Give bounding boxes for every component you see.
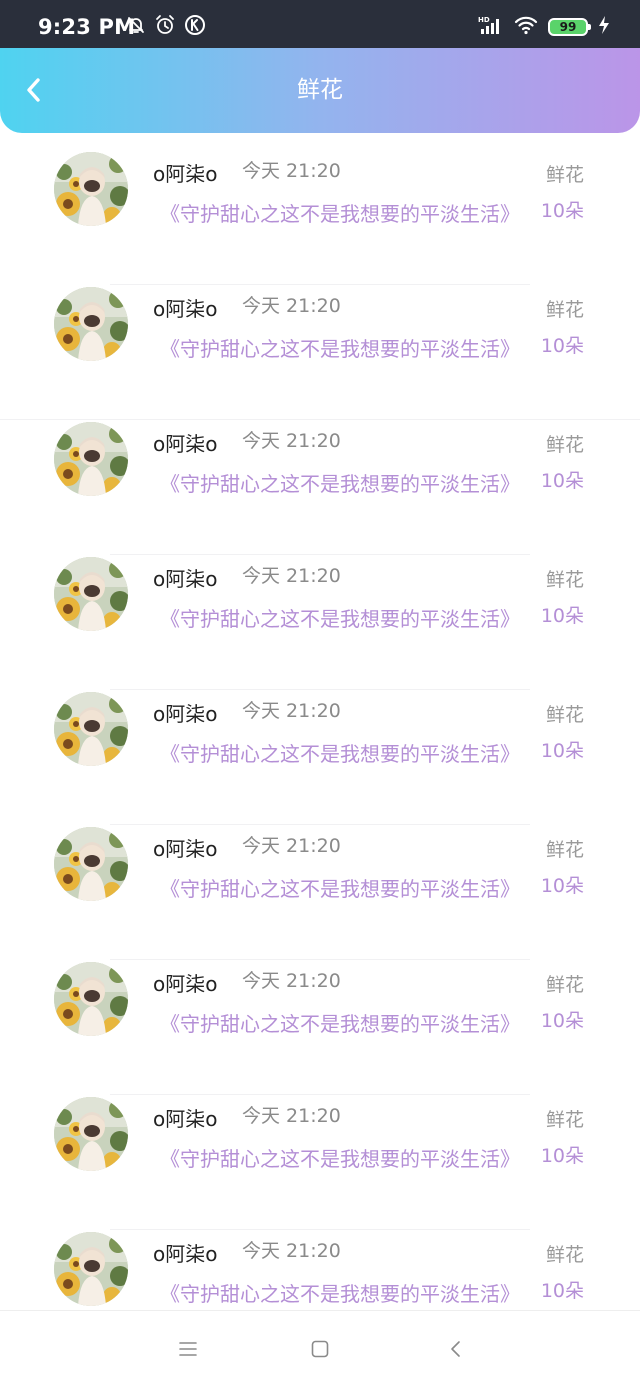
alarm-icon bbox=[154, 14, 176, 40]
user-name[interactable]: o阿柒o bbox=[153, 698, 217, 727]
k-app-icon bbox=[184, 14, 206, 40]
gift-record-row[interactable]: o阿柒o 今天 21:20 《守护甜心之这不是我想要的平淡生活》 鲜花 10朵 bbox=[0, 1095, 640, 1230]
status-time: 9:23 PM bbox=[38, 15, 136, 39]
chevron-left-icon bbox=[27, 78, 40, 102]
timestamp: 今天 21:20 bbox=[242, 700, 341, 722]
book-title[interactable]: 《守护甜心之这不是我想要的平淡生活》 bbox=[160, 738, 532, 767]
gift-count: 10朵 bbox=[540, 200, 584, 222]
user-name[interactable]: o阿柒o bbox=[153, 1103, 217, 1132]
gift-count: 10朵 bbox=[540, 605, 584, 627]
gift-record-row[interactable]: o阿柒o 今天 21:20 《守护甜心之这不是我想要的平淡生活》 鲜花 10朵 bbox=[0, 690, 640, 825]
avatar[interactable] bbox=[54, 422, 128, 496]
avatar-image bbox=[54, 692, 128, 766]
avatar[interactable] bbox=[54, 1232, 128, 1306]
avatar-image bbox=[54, 557, 128, 631]
gift-type: 鲜花 bbox=[545, 1109, 584, 1131]
battery-level: 99 bbox=[559, 20, 577, 34]
avatar-image bbox=[54, 827, 128, 901]
avatar-image bbox=[54, 422, 128, 496]
book-title[interactable]: 《守护甜心之这不是我想要的平淡生活》 bbox=[160, 873, 532, 902]
gift-count: 10朵 bbox=[540, 740, 584, 762]
book-title[interactable]: 《守护甜心之这不是我想要的平淡生活》 bbox=[160, 468, 532, 497]
timestamp: 今天 21:20 bbox=[242, 160, 341, 182]
status-bar: 9:23 PM HD 99 bbox=[0, 0, 640, 48]
avatar-image bbox=[54, 962, 128, 1036]
page-title: 鲜花 bbox=[297, 77, 343, 103]
svg-text:HD: HD bbox=[478, 16, 490, 24]
avatar-image bbox=[54, 152, 128, 226]
book-title[interactable]: 《守护甜心之这不是我想要的平淡生活》 bbox=[160, 1278, 532, 1307]
avatar[interactable] bbox=[54, 152, 128, 226]
book-title[interactable]: 《守护甜心之这不是我想要的平淡生活》 bbox=[160, 333, 532, 362]
avatar[interactable] bbox=[54, 962, 128, 1036]
book-title[interactable]: 《守护甜心之这不是我想要的平淡生活》 bbox=[160, 1143, 532, 1172]
avatar[interactable] bbox=[54, 827, 128, 901]
avatar[interactable] bbox=[54, 287, 128, 361]
timestamp: 今天 21:20 bbox=[242, 430, 341, 452]
avatar[interactable] bbox=[54, 1097, 128, 1171]
avatar[interactable] bbox=[54, 557, 128, 631]
gift-type: 鲜花 bbox=[545, 569, 584, 591]
avatar[interactable] bbox=[54, 692, 128, 766]
gift-count: 10朵 bbox=[540, 1010, 584, 1032]
gift-count: 10朵 bbox=[540, 335, 584, 357]
user-name[interactable]: o阿柒o bbox=[153, 293, 217, 322]
bell-off-icon bbox=[126, 15, 146, 39]
gift-record-row[interactable]: o阿柒o 今天 21:20 《守护甜心之这不是我想要的平淡生活》 鲜花 10朵 bbox=[0, 420, 640, 555]
home-icon bbox=[311, 1340, 329, 1358]
back-button[interactable] bbox=[14, 70, 54, 110]
gift-count: 10朵 bbox=[540, 1280, 584, 1302]
avatar-image bbox=[54, 287, 128, 361]
app-header: 鲜花 bbox=[0, 48, 640, 133]
hd-signal-icon: HD bbox=[478, 15, 504, 39]
book-title[interactable]: 《守护甜心之这不是我想要的平淡生活》 bbox=[160, 603, 532, 632]
timestamp: 今天 21:20 bbox=[242, 1105, 341, 1127]
screen: 9:23 PM HD 99 鲜花 o阿柒o 今天 21:20 《守护甜心之这不是… bbox=[0, 0, 640, 1387]
gift-type: 鲜花 bbox=[545, 1244, 584, 1266]
gift-record-row[interactable]: o阿柒o 今天 21:20 《守护甜心之这不是我想要的平淡生活》 鲜花 10朵 bbox=[0, 150, 640, 285]
gift-type: 鲜花 bbox=[545, 164, 584, 186]
back-icon bbox=[451, 1341, 460, 1357]
book-title[interactable]: 《守护甜心之这不是我想要的平淡生活》 bbox=[160, 1008, 532, 1037]
menu-button[interactable] bbox=[170, 1331, 206, 1367]
gift-type: 鲜花 bbox=[545, 839, 584, 861]
gift-count: 10朵 bbox=[540, 875, 584, 897]
system-back-button[interactable] bbox=[437, 1331, 473, 1367]
charging-icon bbox=[598, 15, 610, 39]
menu-icon bbox=[179, 1342, 197, 1356]
status-right-icons: HD 99 bbox=[478, 15, 610, 39]
gift-record-row[interactable]: o阿柒o 今天 21:20 《守护甜心之这不是我想要的平淡生活》 鲜花 10朵 bbox=[0, 960, 640, 1095]
gift-type: 鲜花 bbox=[545, 974, 584, 996]
home-button[interactable] bbox=[302, 1331, 338, 1367]
user-name[interactable]: o阿柒o bbox=[153, 968, 217, 997]
timestamp: 今天 21:20 bbox=[242, 295, 341, 317]
user-name[interactable]: o阿柒o bbox=[153, 1238, 217, 1267]
gift-list: o阿柒o 今天 21:20 《守护甜心之这不是我想要的平淡生活》 鲜花 10朵 bbox=[0, 150, 640, 1365]
book-title[interactable]: 《守护甜心之这不是我想要的平淡生活》 bbox=[160, 198, 532, 227]
system-nav-bar bbox=[0, 1310, 640, 1387]
timestamp: 今天 21:20 bbox=[242, 835, 341, 857]
avatar-image bbox=[54, 1097, 128, 1171]
avatar-image bbox=[54, 1232, 128, 1306]
gift-type: 鲜花 bbox=[545, 434, 584, 456]
status-left-icons bbox=[126, 14, 206, 40]
gift-count: 10朵 bbox=[540, 470, 584, 492]
gift-record-row[interactable]: o阿柒o 今天 21:20 《守护甜心之这不是我想要的平淡生活》 鲜花 10朵 bbox=[0, 285, 640, 420]
timestamp: 今天 21:20 bbox=[242, 970, 341, 992]
gift-record-row[interactable]: o阿柒o 今天 21:20 《守护甜心之这不是我想要的平淡生活》 鲜花 10朵 bbox=[0, 825, 640, 960]
gift-record-row[interactable]: o阿柒o 今天 21:20 《守护甜心之这不是我想要的平淡生活》 鲜花 10朵 bbox=[0, 555, 640, 690]
gift-count: 10朵 bbox=[540, 1145, 584, 1167]
wifi-icon bbox=[514, 15, 538, 39]
user-name[interactable]: o阿柒o bbox=[153, 563, 217, 592]
user-name[interactable]: o阿柒o bbox=[153, 833, 217, 862]
user-name[interactable]: o阿柒o bbox=[153, 428, 217, 457]
battery-icon: 99 bbox=[548, 18, 591, 36]
user-name[interactable]: o阿柒o bbox=[153, 158, 217, 187]
gift-type: 鲜花 bbox=[545, 704, 584, 726]
gift-type: 鲜花 bbox=[545, 299, 584, 321]
timestamp: 今天 21:20 bbox=[242, 565, 341, 587]
timestamp: 今天 21:20 bbox=[242, 1240, 341, 1262]
